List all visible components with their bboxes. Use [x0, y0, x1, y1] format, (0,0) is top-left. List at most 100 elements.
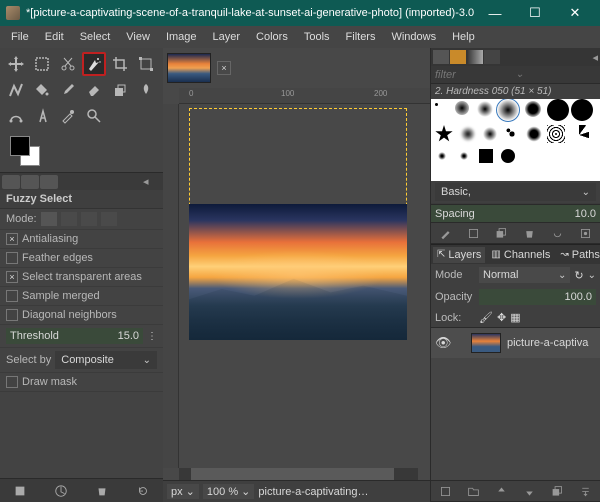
clone-tool[interactable]: [108, 78, 132, 102]
drawmask-row[interactable]: Draw mask: [0, 373, 163, 392]
spacing-row[interactable]: Spacing10.0: [431, 204, 600, 222]
patterns-tab-icon[interactable]: [450, 50, 466, 64]
horizontal-scrollbar[interactable]: [179, 468, 418, 480]
select-transparent-checkbox[interactable]: [6, 271, 18, 283]
feather-row[interactable]: Feather edges: [0, 249, 163, 268]
feather-checkbox[interactable]: [6, 252, 18, 264]
gradients-tab-icon[interactable]: [467, 50, 483, 64]
duplicate-layer-icon[interactable]: [551, 485, 564, 498]
new-brush-icon[interactable]: [467, 227, 480, 240]
tab-undo-history[interactable]: [40, 175, 58, 189]
layer-up-icon[interactable]: [495, 485, 508, 498]
mode-switch-icon[interactable]: ↻: [574, 269, 583, 282]
delete-preset-icon[interactable]: [95, 484, 109, 498]
open-as-image-icon[interactable]: [579, 227, 592, 240]
menu-windows[interactable]: Windows: [384, 29, 443, 45]
fuzzy-select-tool[interactable]: [82, 52, 106, 76]
mode-add-icon[interactable]: [61, 212, 77, 226]
antialias-row[interactable]: Antialiasing: [0, 230, 163, 249]
color-picker-tool[interactable]: [56, 104, 80, 128]
bucket-fill-tool[interactable]: [30, 78, 54, 102]
vertical-ruler[interactable]: [163, 104, 179, 468]
mode-subtract-icon[interactable]: [81, 212, 97, 226]
zoom-selector[interactable]: 100 % ⌄: [203, 484, 254, 499]
menu-view[interactable]: View: [119, 29, 157, 45]
tab-tool-options[interactable]: [2, 175, 20, 189]
reset-icon[interactable]: [136, 484, 150, 498]
menu-colors[interactable]: Colors: [249, 29, 295, 45]
tab-device-status[interactable]: [21, 175, 39, 189]
lock-alpha-icon[interactable]: ▦: [510, 311, 520, 324]
visibility-eye-icon[interactable]: 👁: [435, 335, 449, 351]
transform-tool[interactable]: [134, 52, 158, 76]
duplicate-brush-icon[interactable]: [495, 227, 508, 240]
zoom-tool[interactable]: [82, 104, 106, 128]
new-group-icon[interactable]: [467, 485, 480, 498]
menu-edit[interactable]: Edit: [38, 29, 71, 45]
crop-tool[interactable]: [108, 52, 132, 76]
channels-tab[interactable]: ▥Channels: [487, 247, 554, 263]
menu-layer[interactable]: Layer: [206, 29, 248, 45]
brush-filter-input[interactable]: filter⌄: [431, 66, 600, 84]
threshold-row[interactable]: Threshold15.0 ⋮: [0, 325, 163, 348]
lock-pixels-icon[interactable]: 🖌: [479, 311, 493, 324]
refresh-brush-icon[interactable]: [551, 227, 564, 240]
menu-select[interactable]: Select: [73, 29, 118, 45]
menu-tools[interactable]: Tools: [297, 29, 337, 45]
layer-name[interactable]: picture-a-captiva: [507, 337, 588, 349]
rect-select-tool[interactable]: [30, 52, 54, 76]
brush-grid[interactable]: [431, 99, 600, 181]
fonts-tab-icon[interactable]: [484, 50, 500, 64]
image-tab-close-icon[interactable]: ×: [217, 61, 231, 75]
warp-tool[interactable]: [4, 78, 28, 102]
blend-mode-dropdown[interactable]: Normal⌄: [479, 267, 570, 283]
layer-row[interactable]: 👁 picture-a-captiva: [431, 328, 600, 358]
paths-tab[interactable]: ↝Paths: [556, 247, 600, 263]
restore-preset-icon[interactable]: [54, 484, 68, 498]
edit-brush-icon[interactable]: [439, 227, 452, 240]
move-tool[interactable]: [4, 52, 28, 76]
image-content[interactable]: [189, 204, 407, 340]
close-button[interactable]: ✕: [556, 0, 594, 26]
layers-tab[interactable]: ⇱Layers: [433, 247, 485, 263]
save-preset-icon[interactable]: [13, 484, 27, 498]
layer-down-icon[interactable]: [523, 485, 536, 498]
brush-preset-dropdown[interactable]: Basic,⌄: [435, 183, 596, 201]
opacity-slider[interactable]: 100.0: [479, 289, 596, 305]
threshold-slider[interactable]: Threshold15.0: [6, 328, 143, 344]
minimize-button[interactable]: —: [476, 0, 514, 26]
selectby-dropdown[interactable]: Composite⌄: [55, 351, 157, 369]
dock-menu-icon[interactable]: ◂: [592, 51, 598, 64]
horizontal-ruler[interactable]: 0 100 200: [179, 88, 430, 104]
maximize-button[interactable]: ☐: [516, 0, 554, 26]
sample-merged-row[interactable]: Sample merged: [0, 287, 163, 306]
sample-merged-checkbox[interactable]: [6, 290, 18, 302]
layer-list[interactable]: 👁 picture-a-captiva: [431, 327, 600, 480]
diagonal-row[interactable]: Diagonal neighbors: [0, 306, 163, 325]
fg-bg-color[interactable]: [10, 136, 50, 172]
mode-replace-icon[interactable]: [41, 212, 57, 226]
image-tab-thumbnail[interactable]: [167, 53, 211, 83]
smudge-tool[interactable]: [134, 78, 158, 102]
delete-brush-icon[interactable]: [523, 227, 536, 240]
text-tool[interactable]: [30, 104, 54, 128]
tab-menu-icon[interactable]: ◂: [143, 175, 161, 189]
path-tool[interactable]: [4, 104, 28, 128]
mode-chevron-icon[interactable]: ⌄: [588, 270, 596, 281]
lock-position-icon[interactable]: ✥: [497, 311, 506, 324]
antialias-checkbox[interactable]: [6, 233, 18, 245]
brushes-tab-icon[interactable]: [433, 50, 449, 64]
new-layer-icon[interactable]: [439, 485, 452, 498]
canvas[interactable]: [179, 104, 430, 468]
paintbrush-tool[interactable]: [56, 78, 80, 102]
unit-selector[interactable]: px ⌄: [167, 484, 199, 499]
diagonal-checkbox[interactable]: [6, 309, 18, 321]
menu-file[interactable]: File: [4, 29, 36, 45]
scrollbar-thumb[interactable]: [191, 468, 394, 480]
drawmask-checkbox[interactable]: [6, 376, 18, 388]
menu-help[interactable]: Help: [445, 29, 482, 45]
layer-thumbnail[interactable]: [471, 333, 501, 353]
merge-down-icon[interactable]: [579, 485, 592, 498]
fg-color-swatch[interactable]: [10, 136, 30, 156]
menu-image[interactable]: Image: [159, 29, 204, 45]
